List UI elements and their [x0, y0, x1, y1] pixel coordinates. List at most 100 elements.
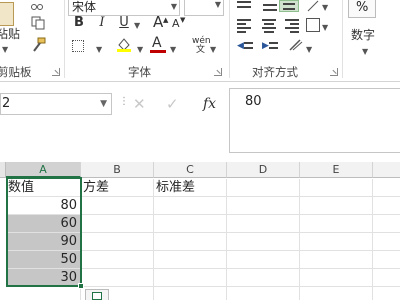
- cancel-icon[interactable]: ✕: [133, 93, 146, 115]
- column-header-a[interactable]: A: [6, 162, 81, 178]
- decrease-indent-icon[interactable]: ◀: [237, 40, 253, 52]
- increase-indent-icon[interactable]: ▶: [262, 40, 278, 52]
- text-direction-icon[interactable]: [288, 38, 304, 52]
- cell-d2[interactable]: [227, 197, 300, 215]
- align-left-icon[interactable]: [237, 18, 251, 33]
- number-format-button[interactable]: %: [348, 0, 376, 18]
- cell-b4[interactable]: [81, 233, 154, 251]
- font-size-select[interactable]: ▼: [184, 0, 224, 16]
- cell-e4[interactable]: [300, 233, 373, 251]
- copy-icon[interactable]: [31, 16, 45, 30]
- cut-icon[interactable]: [30, 0, 44, 10]
- cell-c7[interactable]: [154, 287, 227, 300]
- cell-e2[interactable]: [300, 197, 373, 215]
- cell-d1[interactable]: [227, 179, 300, 197]
- table-row: 60: [0, 215, 400, 233]
- fill-color-icon[interactable]: [116, 36, 132, 52]
- underline-dropdown-icon[interactable]: ▼: [134, 18, 140, 34]
- text-direction-dropdown-icon[interactable]: ▼: [306, 42, 312, 58]
- cell-f4[interactable]: [373, 233, 400, 251]
- cell-b1[interactable]: 方差: [81, 179, 154, 197]
- cell-b2[interactable]: [81, 197, 154, 215]
- clipboard-launcher-icon[interactable]: [52, 68, 60, 76]
- cell-c5[interactable]: [154, 251, 227, 269]
- name-box[interactable]: 2 ▼: [0, 93, 112, 115]
- cell-f5[interactable]: [373, 251, 400, 269]
- divider: [342, 0, 343, 78]
- cell-c1[interactable]: 标准差: [154, 179, 227, 197]
- cell-e6[interactable]: [300, 269, 373, 287]
- cell-a6[interactable]: 30: [6, 269, 81, 287]
- cell-c3[interactable]: [154, 215, 227, 233]
- cell-d3[interactable]: [227, 215, 300, 233]
- cell-a7[interactable]: [6, 287, 81, 300]
- increase-font-button[interactable]: A: [153, 14, 163, 30]
- enter-icon[interactable]: ✓: [166, 93, 179, 115]
- column-header-f[interactable]: [373, 162, 400, 178]
- formula-bar-handle[interactable]: ⋮: [119, 96, 129, 107]
- orientation-dropdown-icon[interactable]: ▼: [322, 0, 328, 16]
- italic-button[interactable]: I: [96, 15, 108, 31]
- divider: [229, 0, 230, 78]
- underline-button[interactable]: U: [118, 15, 130, 31]
- cell-e1[interactable]: [300, 179, 373, 197]
- cell-a4[interactable]: 90: [6, 233, 81, 251]
- column-header-e[interactable]: E: [300, 162, 373, 178]
- cell-c2[interactable]: [154, 197, 227, 215]
- number-dropdown-icon[interactable]: ▼: [362, 44, 368, 60]
- cell-b5[interactable]: [81, 251, 154, 269]
- cell-b6[interactable]: [81, 269, 154, 287]
- cell-d6[interactable]: [227, 269, 300, 287]
- cell-a5[interactable]: 50: [6, 251, 81, 269]
- align-center-icon[interactable]: [262, 18, 276, 33]
- paste-button-label[interactable]: 粘贴: [0, 26, 20, 42]
- cell-e3[interactable]: [300, 215, 373, 233]
- font-launcher-icon[interactable]: [214, 68, 222, 76]
- column-header-d[interactable]: D: [227, 162, 300, 178]
- alignment-launcher-icon[interactable]: [330, 68, 338, 76]
- formula-buttons: ✕ ✓ fx: [129, 93, 227, 115]
- wrap-text-icon[interactable]: [306, 18, 320, 32]
- cell-f7[interactable]: [373, 287, 400, 300]
- cell-b3[interactable]: [81, 215, 154, 233]
- align-top-icon[interactable]: [237, 0, 251, 12]
- font-color-button[interactable]: A: [150, 36, 166, 54]
- align-middle-button[interactable]: [279, 0, 299, 12]
- borders-dropdown-icon[interactable]: ▼: [96, 42, 102, 58]
- font-color-dropdown-icon[interactable]: ▼: [170, 42, 176, 58]
- format-painter-icon[interactable]: [31, 37, 47, 53]
- cell-d5[interactable]: [227, 251, 300, 269]
- decrease-font-button[interactable]: A: [172, 16, 180, 32]
- paste-icon[interactable]: [0, 2, 14, 26]
- cell-c4[interactable]: [154, 233, 227, 251]
- cell-d7[interactable]: [227, 287, 300, 300]
- column-header-c[interactable]: C: [154, 162, 227, 178]
- alignment-group-label: 对齐方式: [252, 65, 298, 79]
- column-header-b[interactable]: B: [81, 162, 154, 178]
- paste-dropdown-icon[interactable]: ▼: [2, 42, 8, 58]
- quick-analysis-button[interactable]: [85, 289, 109, 300]
- fill-handle[interactable]: [78, 283, 84, 289]
- cell-f3[interactable]: [373, 215, 400, 233]
- formula-input[interactable]: 80: [229, 88, 400, 153]
- number-group-label[interactable]: 数字: [351, 27, 375, 43]
- merge-dropdown-icon[interactable]: ▼: [322, 20, 328, 36]
- cell-e5[interactable]: [300, 251, 373, 269]
- align-bottom-icon[interactable]: [263, 0, 277, 12]
- bold-button[interactable]: B: [72, 15, 86, 31]
- cell-e7[interactable]: [300, 287, 373, 300]
- fill-color-dropdown-icon[interactable]: ▼: [137, 42, 143, 58]
- cell-f6[interactable]: [373, 269, 400, 287]
- cell-f2[interactable]: [373, 197, 400, 215]
- cell-f1[interactable]: [373, 179, 400, 197]
- cell-a2[interactable]: 80: [6, 197, 81, 215]
- cell-c6[interactable]: [154, 269, 227, 287]
- orientation-icon[interactable]: [306, 0, 320, 12]
- cell-a1[interactable]: 数值: [6, 179, 81, 197]
- cell-d4[interactable]: [227, 233, 300, 251]
- align-right-icon[interactable]: [285, 18, 299, 33]
- insert-function-button[interactable]: fx: [203, 93, 216, 115]
- cell-a3[interactable]: 60: [6, 215, 81, 233]
- phonetic-dropdown-icon[interactable]: ▼: [210, 42, 216, 58]
- borders-icon[interactable]: [72, 40, 84, 52]
